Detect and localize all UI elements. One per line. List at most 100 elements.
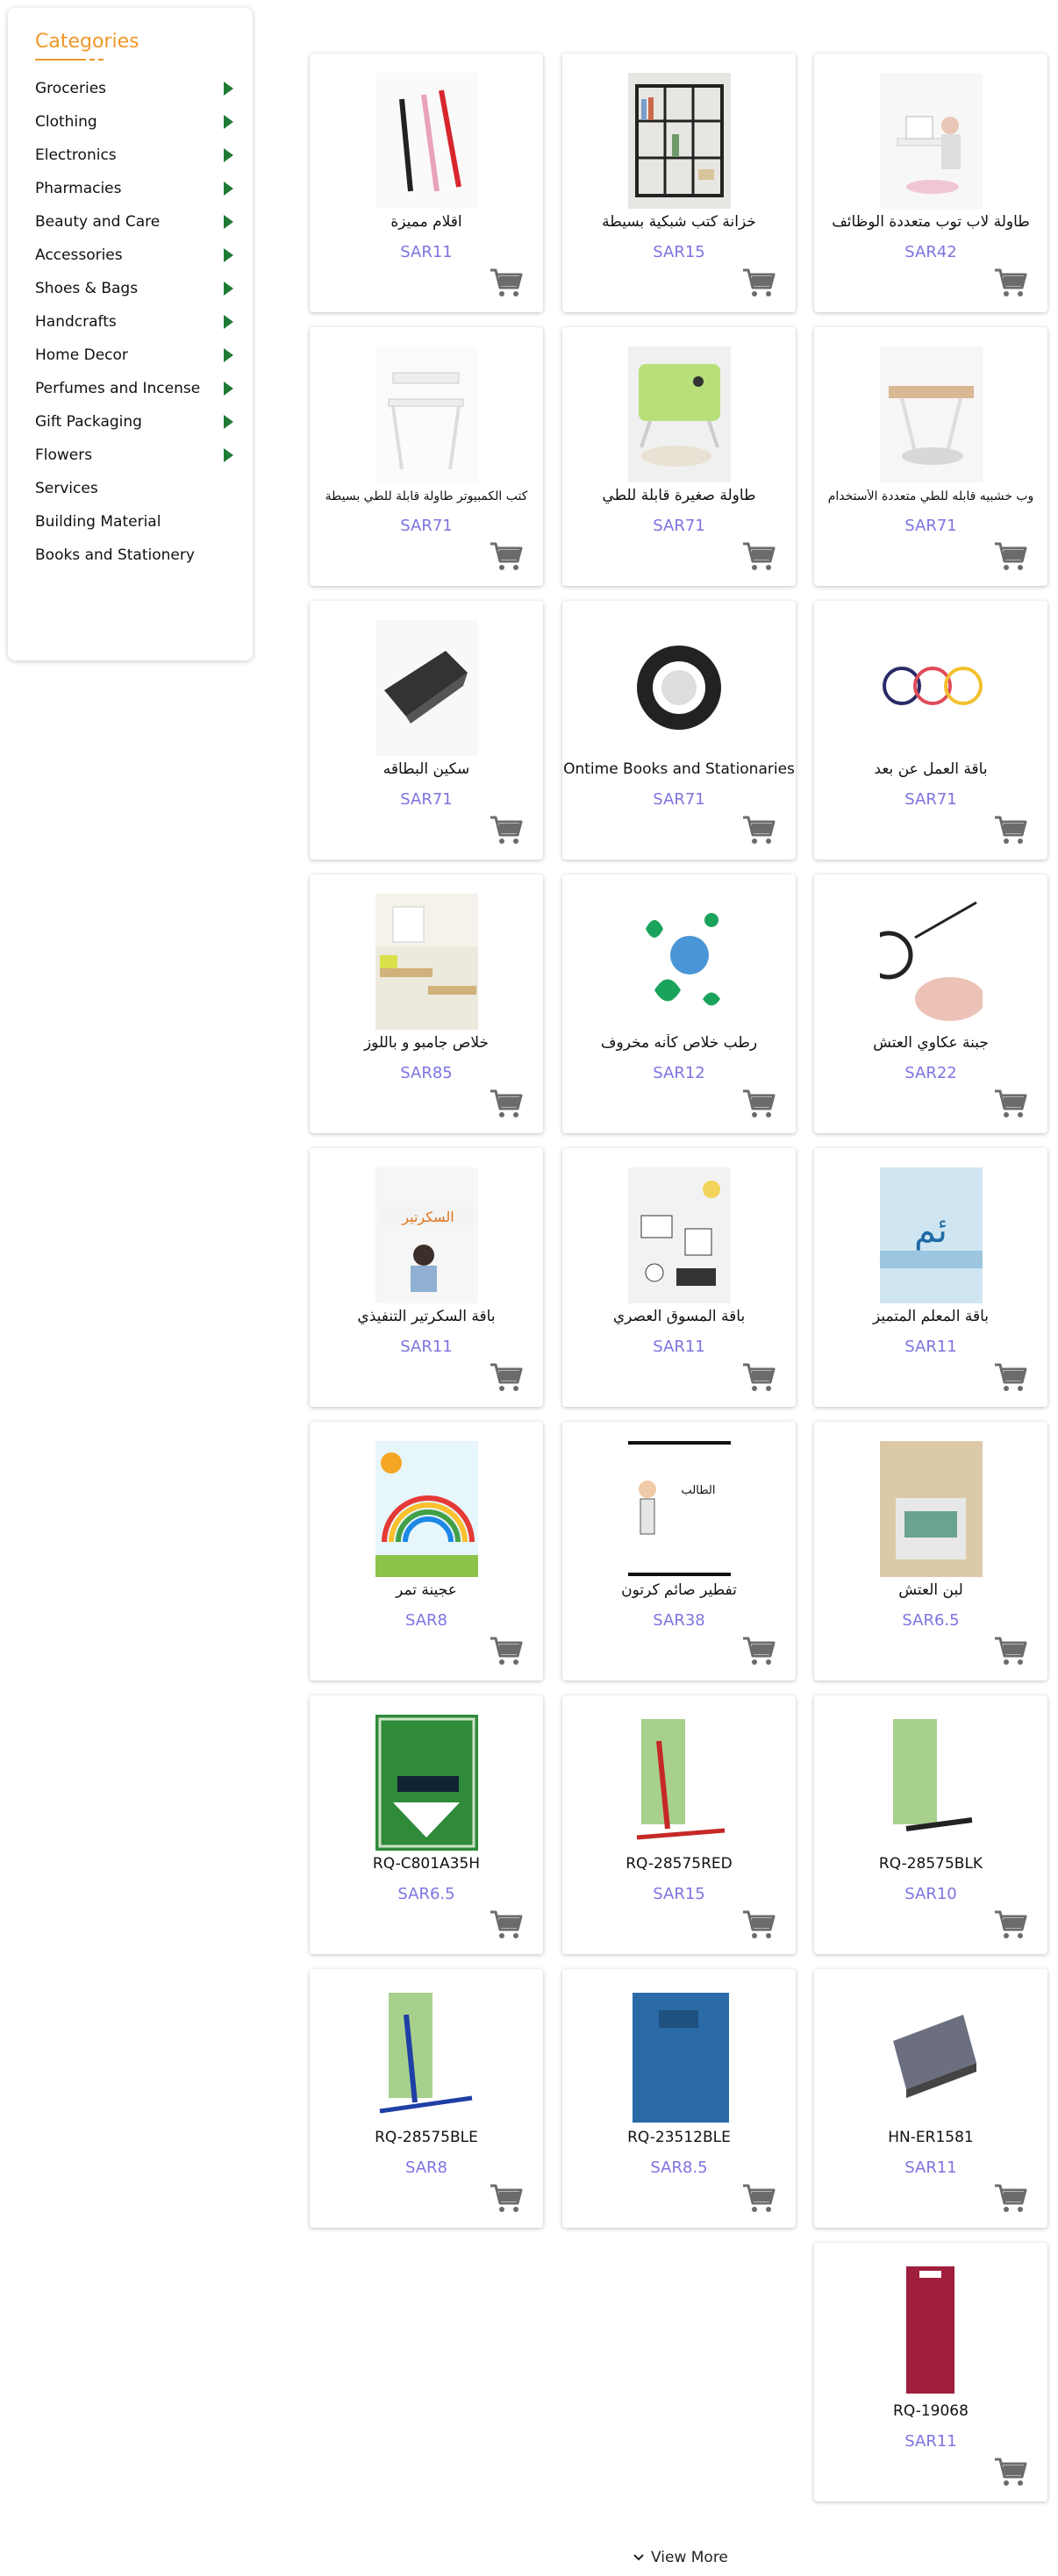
add-to-cart-icon[interactable] [741, 2182, 776, 2214]
product-card[interactable]: وب خشبيه قابله للطي متعددة الأستخدام SAR7… [814, 327, 1047, 586]
teacher-banner-image[interactable]: ئم [880, 1167, 983, 1303]
add-to-cart-icon[interactable] [489, 540, 524, 572]
product-name[interactable]: طاولة صغيرة قابلة للطي [562, 487, 796, 504]
add-to-cart-icon[interactable] [489, 2182, 524, 2214]
add-to-cart-icon[interactable] [993, 1909, 1028, 1940]
product-card[interactable]: باقة المسوق العصري SAR11 [562, 1148, 796, 1407]
desks-room-image[interactable] [375, 894, 478, 1030]
envelope-image[interactable] [880, 1441, 983, 1577]
add-to-cart-icon[interactable] [993, 2182, 1028, 2214]
product-card[interactable]: جبنة عكاوي العتش SAR22 [814, 874, 1047, 1133]
product-card[interactable]: رطب خلاص كأنه مخروف SAR12 [562, 874, 796, 1133]
laptop-table-image[interactable] [880, 73, 983, 209]
add-to-cart-icon[interactable] [993, 540, 1028, 572]
product-name[interactable]: RQ-23512BLE [562, 2129, 796, 2146]
green-folding-table-image[interactable] [628, 346, 731, 482]
add-to-cart-icon[interactable] [489, 1909, 524, 1940]
product-card[interactable]: السكرتير باقة السكرتير التنفيذي SAR11 [310, 1148, 543, 1407]
add-to-cart-icon[interactable] [489, 814, 524, 846]
product-card[interactable]: RQ-23512BLE SAR8.5 [562, 1969, 796, 2228]
product-name[interactable]: تفطير صائم كرتون [562, 1581, 796, 1599]
product-name[interactable]: باقة المسوق العصري [562, 1308, 796, 1325]
eco-icons-image[interactable] [628, 894, 731, 1030]
product-card[interactable]: لبن العتش SAR6.5 [814, 1422, 1047, 1680]
product-name[interactable]: RQ-28575BLK [814, 1855, 1047, 1873]
product-card[interactable]: Ontime Books and Stationaries SAR71 [562, 601, 796, 860]
add-to-cart-icon[interactable] [489, 1361, 524, 1393]
red-notebook-image[interactable] [880, 2262, 983, 2398]
product-name[interactable]: باقة المعلم المتميز [814, 1308, 1047, 1325]
product-card[interactable]: اقلام مميزة SAR11 [310, 54, 543, 312]
product-name[interactable]: عجينة تمر [310, 1581, 543, 1599]
marker-black-image[interactable] [880, 1715, 983, 1851]
add-to-cart-icon[interactable] [741, 1635, 776, 1666]
product-card[interactable]: طاولة لاب توب متعددة الوظائف SAR42 [814, 54, 1047, 312]
ontime-logo-image[interactable] [628, 620, 731, 756]
product-card[interactable]: باقة العمل عن بعد SAR71 [814, 601, 1047, 860]
product-card[interactable]: سكين البطاقه SAR71 [310, 601, 543, 860]
hand-writing-image[interactable] [880, 894, 983, 1030]
product-card[interactable]: RQ-28575RED SAR15 [562, 1695, 796, 1954]
product-name[interactable]: HN-ER1581 [814, 2129, 1047, 2146]
product-name[interactable]: جبنة عكاوي العتش [814, 1034, 1047, 1052]
marketing-image[interactable] [628, 1167, 731, 1303]
add-to-cart-icon[interactable] [993, 814, 1028, 846]
product-card[interactable]: طاولة صغيرة قابلة للطي SAR71 [562, 327, 796, 586]
add-to-cart-icon[interactable] [741, 1088, 776, 1119]
product-name[interactable]: كتب الكمبيوتر طاولة قابلة للطي بسيطة [310, 489, 543, 503]
blue-notebook-image[interactable] [628, 1988, 731, 2124]
product-name[interactable]: باقة السكرتير التنفيذي [310, 1308, 543, 1325]
product-card[interactable]: RQ-C801A35H SAR6.5 [310, 1695, 543, 1954]
roco-paper-image[interactable] [375, 1715, 478, 1851]
view-more-button[interactable]: View More [633, 2549, 728, 2566]
product-name[interactable]: RQ-28575RED [562, 1855, 796, 1873]
add-to-cart-icon[interactable] [741, 1909, 776, 1940]
bookshelf-image[interactable] [628, 73, 731, 209]
product-name[interactable]: سكين البطاقه [310, 760, 543, 778]
product-name[interactable]: RQ-28575BLE [310, 2129, 543, 2146]
add-to-cart-icon[interactable] [993, 1088, 1028, 1119]
product-name[interactable]: خلاص جامبو و باللوز [310, 1034, 543, 1052]
add-to-cart-icon[interactable] [993, 1635, 1028, 1666]
add-to-cart-icon[interactable] [741, 1361, 776, 1393]
product-name[interactable]: باقة العمل عن بعد [814, 760, 1047, 778]
product-name[interactable]: لبن العتش [814, 1581, 1047, 1599]
add-to-cart-icon[interactable] [993, 267, 1028, 298]
product-card[interactable]: RQ-19068 SAR11 [814, 2243, 1047, 2501]
pens-image[interactable] [375, 73, 478, 209]
white-computer-desk-image[interactable] [375, 346, 478, 482]
product-name[interactable]: رطب خلاص كأنه مخروف [562, 1034, 796, 1052]
product-name[interactable]: RQ-C801A35H [310, 1855, 543, 1873]
add-to-cart-icon[interactable] [741, 814, 776, 846]
remote-work-image[interactable] [880, 620, 983, 756]
product-card[interactable]: خلاص جامبو و باللوز SAR85 [310, 874, 543, 1133]
product-card[interactable]: RQ-28575BLE SAR8 [310, 1969, 543, 2228]
product-card[interactable]: الطالب تفطير صائم كرتون SAR38 [562, 1422, 796, 1680]
product-name[interactable]: طاولة لاب توب متعددة الوظائف [814, 213, 1047, 231]
add-to-cart-icon[interactable] [489, 1088, 524, 1119]
card-knife-image[interactable] [375, 620, 478, 756]
wooden-folding-table-image[interactable] [880, 346, 983, 482]
add-to-cart-icon[interactable] [489, 267, 524, 298]
add-to-cart-icon[interactable] [741, 267, 776, 298]
product-name[interactable]: Ontime Books and Stationaries [562, 760, 796, 778]
product-card[interactable]: خزانة كتب شبكية بسيطة SAR15 [562, 54, 796, 312]
product-card[interactable]: عجينة تمر SAR8 [310, 1422, 543, 1680]
add-to-cart-icon[interactable] [741, 540, 776, 572]
product-card[interactable]: كتب الكمبيوتر طاولة قابلة للطي بسيطة SAR7… [310, 327, 543, 586]
product-card[interactable]: RQ-28575BLK SAR10 [814, 1695, 1047, 1954]
product-name[interactable]: RQ-19068 [814, 2402, 1047, 2420]
product-name[interactable]: وب خشبيه قابله للطي متعددة الأستخدام [814, 489, 1047, 503]
kids-rainbow-image[interactable] [375, 1441, 478, 1577]
add-to-cart-icon[interactable] [993, 2456, 1028, 2487]
add-to-cart-icon[interactable] [489, 1635, 524, 1666]
product-card[interactable]: ئم باقة المعلم المتميز SAR11 [814, 1148, 1047, 1407]
add-to-cart-icon[interactable] [993, 1361, 1028, 1393]
marker-red-image[interactable] [628, 1715, 731, 1851]
student-cartoon-image[interactable]: الطالب [628, 1441, 731, 1577]
marker-blue-image[interactable] [375, 1988, 478, 2124]
product-name[interactable]: خزانة كتب شبكية بسيطة [562, 213, 796, 231]
secretary-image[interactable]: السكرتير [375, 1167, 478, 1303]
product-card[interactable]: HN-ER1581 SAR11 [814, 1969, 1047, 2228]
product-name[interactable]: اقلام مميزة [310, 213, 543, 231]
